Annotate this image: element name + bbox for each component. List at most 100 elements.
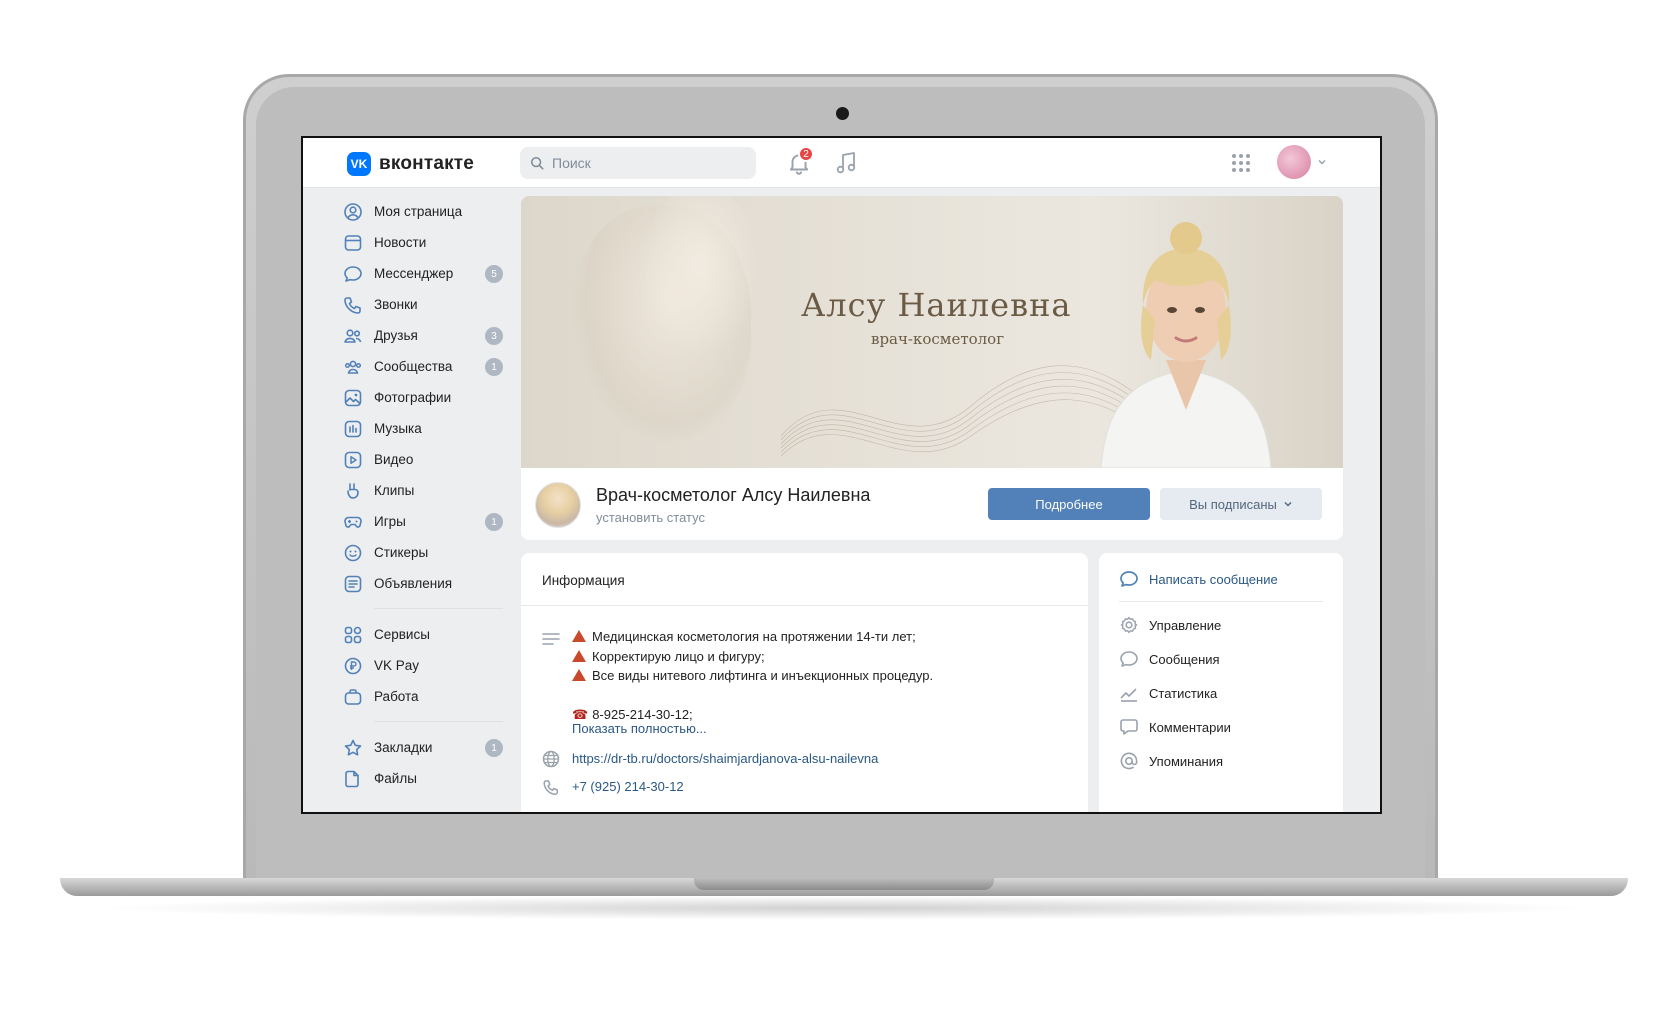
warning-triangle-icon: [572, 649, 586, 662]
user-avatar[interactable]: [1277, 145, 1311, 179]
sidebar-divider: [374, 608, 503, 609]
sidebar-item-label: Стикеры: [374, 545, 429, 560]
news-icon: [344, 234, 362, 251]
sidebar-item-communities[interactable]: Сообщества 1: [343, 351, 503, 382]
description-text: Все виды нитевого лифтинга и инъекционны…: [592, 668, 934, 683]
vk-logo-icon: VK: [347, 152, 371, 176]
action-comments[interactable]: Комментарии: [1119, 717, 1231, 737]
action-statistics[interactable]: Статистика: [1119, 683, 1217, 703]
cover-title: Алсу Наилевна: [801, 286, 1072, 324]
apps-grid-icon[interactable]: [1230, 152, 1252, 174]
sidebar-item-label: Закладки: [374, 740, 433, 755]
vk-logo[interactable]: VK вконтакте: [347, 152, 474, 176]
sidebar-item-label: Клипы: [374, 483, 415, 498]
sidebar-item-messenger[interactable]: Мессенджер 5: [343, 258, 503, 289]
music-icon[interactable]: [834, 150, 858, 176]
sidebar-item-label: Игры: [374, 514, 406, 529]
warning-triangle-icon: [572, 669, 586, 681]
sidebar-item-label: Объявления: [374, 576, 453, 591]
description-line: Медицинская косметология на протяжении 1…: [572, 627, 933, 647]
sidebar-item-music[interactable]: Музыка: [343, 413, 503, 444]
sidebar-item-label: VK Pay: [374, 658, 420, 673]
subscribed-label: Вы подписаны: [1189, 496, 1277, 512]
action-label: Статистика: [1149, 685, 1218, 701]
action-label: Написать сообщение: [1149, 571, 1278, 587]
sidebar-item-label: Сообщества: [374, 359, 453, 374]
search-icon: [530, 156, 544, 170]
badge: 3: [485, 327, 503, 345]
sidebar-item-stickers[interactable]: Стикеры: [343, 537, 503, 568]
profile-header: Врач-косметолог Алсу Наилевна установить…: [521, 468, 1343, 540]
sidebar-item-ads[interactable]: Объявления: [343, 568, 503, 599]
camera: [836, 107, 849, 120]
sidebar-item-label: Работа: [374, 689, 419, 704]
sidebar-item-label: Звонки: [374, 297, 418, 312]
sidebar-item-files[interactable]: Файлы: [343, 763, 503, 794]
action-messages[interactable]: Сообщения: [1119, 649, 1220, 669]
sidebar-item-bookmarks[interactable]: Закладки 1: [343, 732, 503, 763]
sidebar-item-calls[interactable]: Звонки: [343, 289, 503, 320]
warning-triangle-icon: [572, 630, 586, 642]
communities-icon: [344, 360, 362, 374]
chevron-down-icon: [1284, 501, 1292, 507]
sidebar-item-work[interactable]: Работа: [343, 681, 503, 712]
description-text: 8-925-214-30-12;: [592, 707, 693, 722]
sidebar-item-video[interactable]: Видео: [343, 444, 503, 475]
description-line: Корректирую лицо и фигуру;: [572, 647, 933, 667]
video-icon: [344, 451, 362, 468]
description-line: Все виды нитевого лифтинга и инъекционны…: [572, 666, 933, 686]
sidebar-item-label: Моя страница: [374, 204, 463, 219]
comment-icon: [1120, 719, 1138, 735]
sidebar-item-friends[interactable]: Друзья 3: [343, 320, 503, 351]
subscribed-button[interactable]: Вы подписаны: [1160, 488, 1322, 520]
sidebar-item-label: Фотографии: [374, 390, 452, 405]
chat-icon: [1120, 651, 1138, 667]
sidebar-item-clips[interactable]: Клипы: [343, 475, 503, 506]
smile-icon: [344, 544, 362, 561]
profile-avatar[interactable]: [535, 482, 581, 528]
action-label: Управление: [1149, 617, 1222, 633]
set-status-link[interactable]: установить статус: [596, 510, 705, 525]
phone-link[interactable]: +7 (925) 214-30-12: [572, 779, 684, 794]
action-label: Упоминания: [1149, 753, 1224, 769]
file-icon: [345, 770, 359, 787]
website-link[interactable]: https://dr-tb.ru/doctors/shaimjardjanova…: [572, 751, 878, 766]
action-mentions[interactable]: Упоминания: [1119, 751, 1223, 771]
cover-portrait: [1100, 222, 1272, 468]
notification-badge: 2: [798, 146, 814, 162]
sidebar-item-news[interactable]: Новости: [343, 227, 503, 258]
gear-icon: [1120, 616, 1138, 634]
description-text: Медицинская косметология на протяжении 1…: [592, 629, 916, 644]
sidebar-item-label: Мессенджер: [374, 266, 454, 281]
sidebar-item-my-page[interactable]: Моя страница: [343, 196, 503, 227]
action-manage[interactable]: Управление: [1119, 615, 1221, 635]
info-title: Информация: [542, 573, 625, 588]
user-circle-icon: [344, 202, 362, 221]
sidebar-item-label: Музыка: [374, 421, 422, 436]
sidebar-item-games[interactable]: Игры 1: [343, 506, 503, 537]
show-more-link[interactable]: Показать полностью...: [572, 721, 707, 736]
more-button[interactable]: Подробнее: [988, 488, 1150, 520]
profile-cover: Алсу Наилевна врач-косметолог: [521, 196, 1343, 468]
sidebar-item-vkpay[interactable]: VK Pay: [343, 650, 503, 681]
text-lines-icon: [542, 633, 560, 645]
sidebar-item-services[interactable]: Сервисы: [343, 619, 503, 650]
description: Медицинская косметология на протяжении 1…: [572, 627, 933, 725]
left-sidebar: Моя страница Новости Мессенджер 5 Звонки…: [343, 196, 503, 794]
sidebar-item-label: Видео: [374, 452, 414, 467]
badge: 1: [485, 513, 503, 531]
top-header: VK вконтакте 2: [303, 138, 1380, 188]
friends-icon: [344, 328, 362, 343]
globe-icon: [542, 750, 560, 768]
chevron-down-icon[interactable]: [1317, 157, 1327, 167]
search-box[interactable]: [520, 147, 756, 179]
sidebar-item-photos[interactable]: Фотографии: [343, 382, 503, 413]
search-input[interactable]: [552, 155, 732, 171]
at-sign-icon: [1120, 752, 1138, 770]
sidebar-divider: [374, 721, 503, 722]
write-message-button[interactable]: Написать сообщение: [1119, 569, 1278, 589]
sidebar-item-label: Новости: [374, 235, 427, 250]
laptop-shadow: [90, 896, 1600, 920]
chat-icon: [1120, 571, 1138, 587]
laptop-notch: [694, 878, 994, 890]
